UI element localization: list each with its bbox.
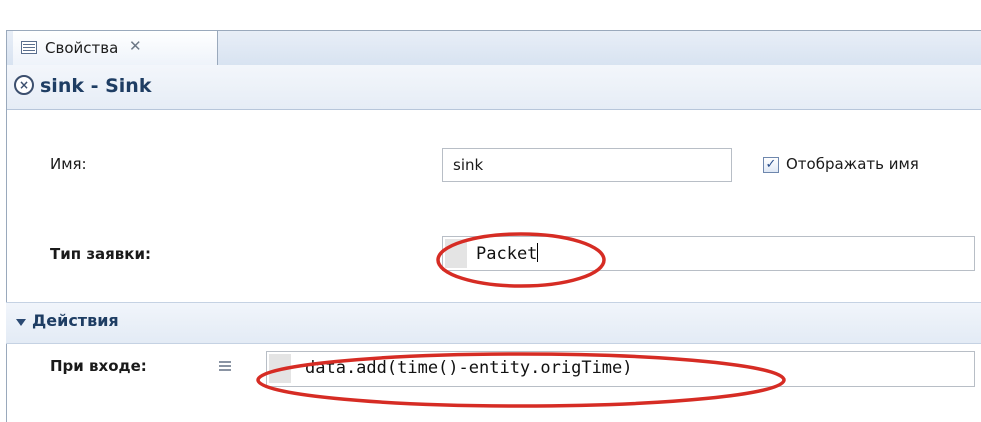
section-label: Действия <box>32 311 119 330</box>
show-name-checkbox[interactable]: ✓ <box>763 157 779 173</box>
on-enter-code-field[interactable]: data.add(time()-entity.origTime) <box>266 351 975 387</box>
top-margin <box>0 0 981 30</box>
name-field[interactable]: sink <box>442 148 732 182</box>
on-enter-code: data.add(time()-entity.origTime) <box>305 358 633 378</box>
tab-label: Свойства <box>45 39 119 57</box>
on-enter-label: При входе: <box>50 357 147 375</box>
entity-type-value: Packet <box>476 243 539 264</box>
field-gutter <box>269 354 291 383</box>
tab-properties[interactable]: Свойства ✕ <box>13 31 218 65</box>
close-icon[interactable]: ✕ <box>129 37 142 55</box>
tab-bar: Свойства ✕ <box>7 31 981 66</box>
field-gutter <box>445 239 467 268</box>
show-name-label: Отображать имя <box>786 155 919 173</box>
properties-table-icon <box>21 41 37 54</box>
entity-type-field[interactable]: Packet <box>442 236 975 271</box>
chevron-down-icon <box>16 319 26 326</box>
header: × sink - Sink <box>7 65 981 110</box>
page-title: sink - Sink <box>40 75 152 97</box>
section-actions[interactable]: Действия <box>6 302 981 344</box>
entity-type-label: Тип заявки: <box>50 245 151 263</box>
name-label: Имя: <box>50 155 87 173</box>
close-circle-icon[interactable]: × <box>14 75 34 95</box>
menu-lines-icon[interactable] <box>219 361 231 373</box>
